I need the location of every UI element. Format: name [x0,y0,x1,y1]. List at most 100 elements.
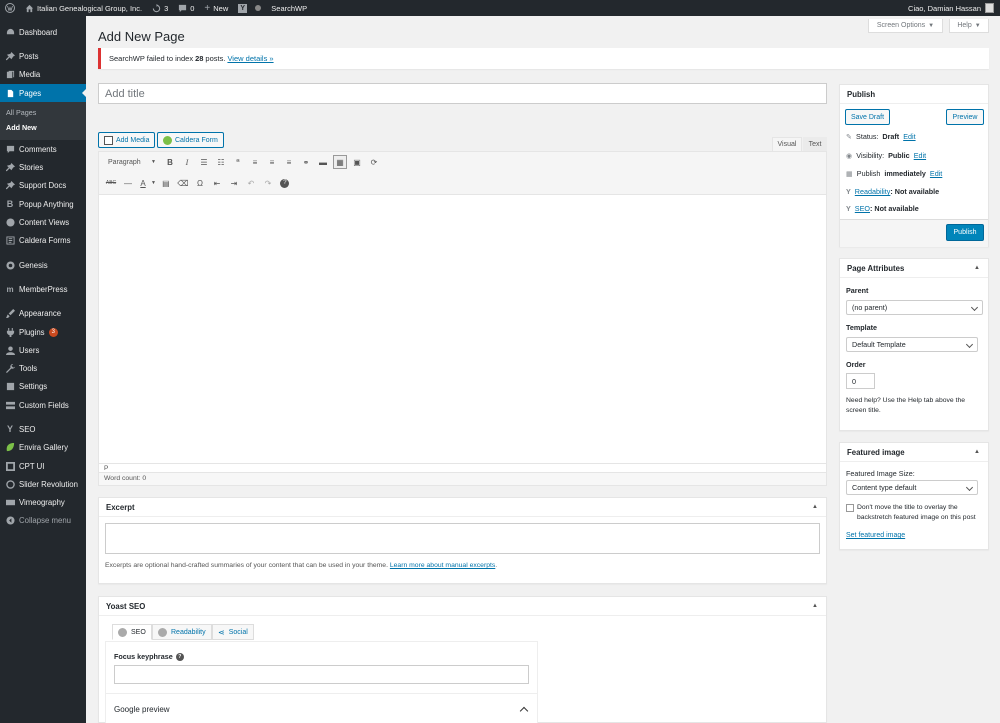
sidebar-item-comments[interactable]: Comments [0,140,86,158]
collapse-menu-button[interactable]: Collapse menu [0,512,86,530]
comments-menu[interactable]: 0 [173,0,199,16]
align-left-icon[interactable]: ≡ [248,155,262,169]
collapse-arrow-icon[interactable]: ▲ [812,603,818,609]
add-media-button[interactable]: Add Media [98,132,156,148]
parent-select[interactable]: (no parent) [846,300,983,315]
my-account-menu[interactable]: Ciao, Damian Hassan [908,0,994,16]
page-attributes-header[interactable]: Page Attributes ▲ [840,259,988,278]
sidebar-item-pages[interactable]: Pages [0,83,86,103]
blockquote-icon[interactable]: “ [231,155,245,169]
yoast-tab-readability[interactable]: Readability [152,624,212,640]
special-character-icon[interactable]: Ω [193,176,207,190]
outdent-icon[interactable]: ⇤ [210,176,224,190]
caldera-form-button[interactable]: Caldera Form [157,132,224,148]
strikethrough-icon[interactable]: ABC [104,176,118,190]
excerpt-header[interactable]: Excerpt ▲ [99,498,826,517]
save-draft-button[interactable]: Save Draft [845,109,890,125]
featured-image-header[interactable]: Featured image ▲ [840,443,988,462]
yoast-tab-seo[interactable]: SEO [112,624,152,640]
wp-logo-menu[interactable] [0,0,20,16]
paste-text-icon[interactable]: ▤ [159,176,173,190]
sidebar-item-dashboard[interactable]: Dashboard [0,23,86,41]
overlay-checkbox[interactable] [846,504,854,512]
yoast-tab-social[interactable]: ⋖ Social [212,624,254,640]
tab-visual[interactable]: Visual [772,137,802,151]
set-featured-image-link[interactable]: Set featured image [846,532,905,539]
publish-button[interactable]: Publish [946,224,984,241]
sidebar-item-genesis[interactable]: Genesis [0,256,86,274]
sidebar-item-media[interactable]: Media [0,66,86,84]
learn-more-excerpts-link[interactable]: Learn more about manual excerpts [390,562,495,569]
featured-size-select[interactable]: Content type default [846,480,978,495]
read-more-icon[interactable]: ▬ [316,155,330,169]
new-content-menu[interactable]: + New [199,0,233,16]
numbered-list-icon[interactable]: ☷ [214,155,228,169]
refresh-icon[interactable]: ⟳ [367,155,381,169]
clear-formatting-icon[interactable]: ⌫ [176,176,190,190]
sidebar-item-popup-anything[interactable]: B Popup Anything [0,195,86,213]
help-circle-icon[interactable]: ? [175,652,184,661]
collapse-arrow-icon[interactable]: ▲ [974,449,980,455]
focus-keyphrase-input[interactable] [114,665,529,684]
yoast-menu[interactable]: Y [233,0,266,16]
yoast-header[interactable]: Yoast SEO ▲ [99,597,826,616]
searchwp-menu[interactable]: SearchWP [266,0,312,16]
collapse-arrow-icon[interactable]: ▲ [974,265,980,271]
preview-button[interactable]: Preview [946,109,984,125]
order-input[interactable]: 0 [846,373,875,389]
help-icon[interactable]: ? [278,176,292,190]
edit-status-link[interactable]: Edit [903,132,915,141]
sidebar-item-envira-gallery[interactable]: Envira Gallery [0,439,86,457]
sidebar-item-content-views[interactable]: Content Views [0,213,86,231]
text-color-icon[interactable]: A [138,176,148,190]
sidebar-item-users[interactable]: Users [0,341,86,359]
excerpt-textarea[interactable] [105,523,820,554]
readability-link[interactable]: Readability [855,187,891,196]
title-input[interactable]: Add title [98,83,827,104]
updates-menu[interactable]: 3 [147,0,173,16]
seo-link[interactable]: SEO [855,204,870,213]
bold-icon[interactable]: B [163,155,177,169]
edit-visibility-link[interactable]: Edit [914,151,926,160]
italic-icon[interactable]: I [180,155,194,169]
template-select[interactable]: Default Template [846,337,978,352]
sidebar-item-support-docs[interactable]: Support Docs [0,177,86,195]
tab-text[interactable]: Text [803,137,827,151]
align-center-icon[interactable]: ≡ [265,155,279,169]
collapse-arrow-icon[interactable]: ▲ [812,504,818,510]
sidebar-item-memberpress[interactable]: m MemberPress [0,280,86,298]
sidebar-item-plugins[interactable]: Plugins 3 [0,323,86,341]
screen-options-button[interactable]: Screen Options ▼ [868,19,943,33]
google-preview-toggle[interactable]: Google preview [106,693,537,723]
editor-content-area[interactable] [99,194,826,463]
link-icon[interactable]: ⚭ [299,155,313,169]
sidebar-item-seo[interactable]: Y SEO [0,420,86,438]
sidebar-item-caldera-forms[interactable]: Caldera Forms [0,232,86,250]
toolbar-toggle-icon[interactable]: ▦ [333,155,347,169]
undo-icon[interactable]: ↶ [244,176,258,190]
indent-icon[interactable]: ⇥ [227,176,241,190]
sidebar-item-vimeography[interactable]: Vimeography [0,494,86,512]
submenu-add-new[interactable]: Add New [0,120,86,135]
sidebar-item-stories[interactable]: Stories [0,158,86,176]
sidebar-item-custom-fields[interactable]: Custom Fields [0,396,86,414]
edit-schedule-link[interactable]: Edit [930,169,942,178]
publish-header[interactable]: Publish [840,85,988,104]
help-button[interactable]: Help ▼ [949,19,989,33]
view-details-link[interactable]: View details » [227,54,273,63]
align-right-icon[interactable]: ≡ [282,155,296,169]
bullet-list-icon[interactable]: ☰ [197,155,211,169]
horizontal-line-icon[interactable]: — [121,176,135,190]
sidebar-item-settings[interactable]: Settings [0,378,86,396]
sidebar-item-slider-revolution[interactable]: Slider Revolution [0,475,86,493]
fullscreen-icon[interactable]: ▣ [350,155,364,169]
format-select[interactable]: Paragraph ▼ [104,155,160,169]
sidebar-item-posts[interactable]: Posts [0,47,86,65]
site-name-menu[interactable]: Italian Genealogical Group, Inc. [20,0,147,16]
sidebar-item-tools[interactable]: Tools [0,359,86,377]
redo-icon[interactable]: ↷ [261,176,275,190]
submenu-all-pages[interactable]: All Pages [0,105,86,120]
sidebar-item-cpt-ui[interactable]: CPT UI [0,457,86,475]
caret-down-icon[interactable]: ▼ [151,180,156,186]
sidebar-item-appearance[interactable]: Appearance [0,305,86,323]
